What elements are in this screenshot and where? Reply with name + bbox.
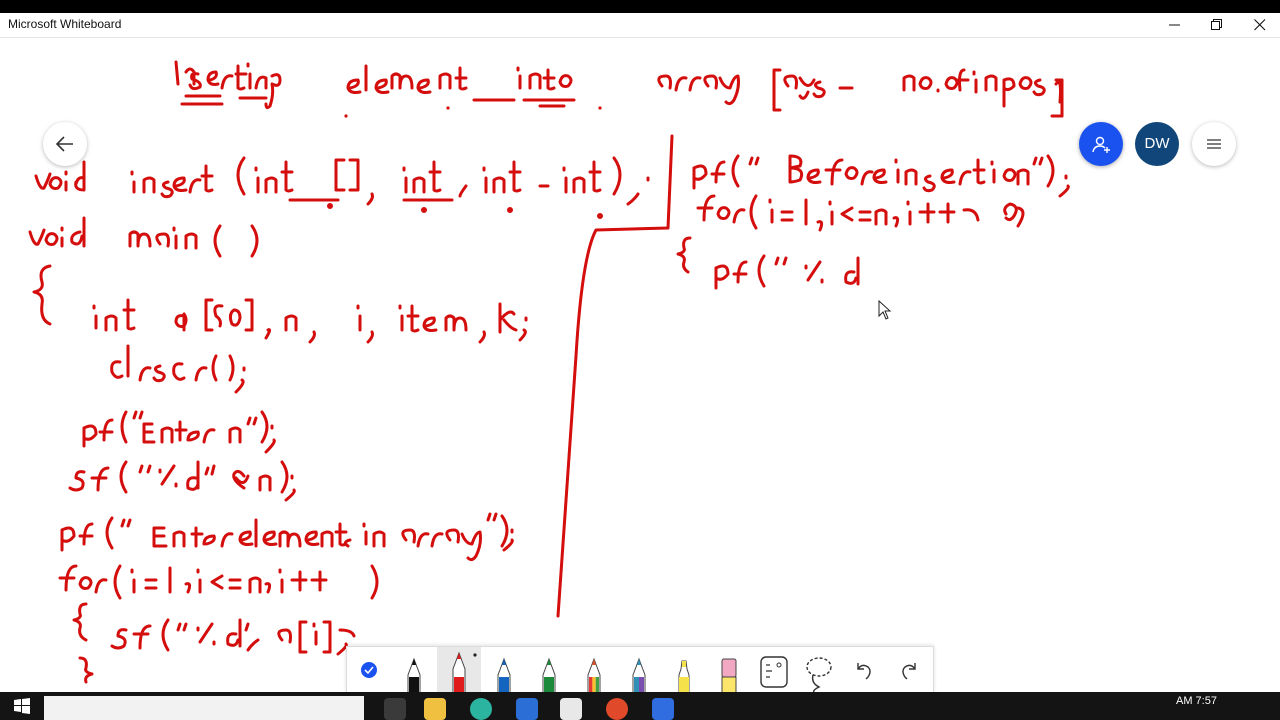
video-letterbox (0, 0, 1280, 13)
file-explorer-icon[interactable] (424, 698, 446, 720)
person-add-icon (1092, 136, 1110, 153)
restore-button[interactable] (1194, 13, 1240, 37)
ink-for-loop-2 (696, 194, 1025, 232)
ink-int (254, 160, 294, 194)
tool-pen-green[interactable] (527, 647, 571, 693)
taskbar-clock[interactable]: AM 7:57 (1176, 695, 1217, 707)
close-icon (1254, 19, 1266, 31)
tool-lasso[interactable] (797, 647, 841, 693)
ink-void-main (28, 216, 86, 248)
windows-taskbar: AM 7:57 (0, 692, 1280, 720)
whiteboard-app-icon[interactable] (652, 698, 674, 720)
ink-title (174, 60, 282, 110)
ink-pf-enter-elements (60, 512, 514, 562)
ink-title-bracket (772, 68, 854, 112)
whiteboard-canvas[interactable]: DW (0, 38, 1280, 692)
redo-icon (902, 663, 916, 680)
undo-icon (857, 663, 871, 680)
ink-sf-array (72, 602, 88, 642)
ink-clrscr (110, 344, 246, 394)
store-icon[interactable] (560, 698, 582, 720)
mouse-pointer-icon (878, 300, 892, 320)
edge-browser-icon[interactable] (470, 698, 492, 720)
task-view-icon[interactable] (384, 698, 406, 720)
lasso-icon (806, 657, 832, 693)
app-title: Microsoft Whiteboard (8, 17, 122, 31)
tool-eraser[interactable] (707, 647, 751, 693)
arrow-left-icon (55, 136, 73, 152)
pen-icon (497, 657, 511, 693)
ink-for-loop-1 (58, 564, 379, 600)
tool-select[interactable] (347, 647, 391, 693)
taskbar-search-input[interactable] (44, 696, 364, 720)
pen-icon (452, 651, 477, 693)
minimize-icon (1169, 24, 1180, 26)
ink-divider (556, 134, 674, 618)
tool-pen-blue[interactable] (482, 647, 526, 693)
windows-start-icon[interactable] (14, 698, 30, 714)
checkmark-circle-icon (361, 662, 377, 678)
ink-title-noofinpos (902, 68, 1064, 118)
tool-pen-galaxy[interactable] (617, 647, 661, 693)
tool-ruler[interactable] (752, 647, 796, 693)
mail-icon[interactable] (516, 698, 538, 720)
restore-icon (1211, 19, 1222, 30)
inking-toolbar (346, 646, 934, 693)
close-button[interactable] (1237, 13, 1280, 37)
tool-pen-red[interactable] (437, 647, 481, 693)
ink-title-array (657, 74, 740, 106)
ink-void-insert (34, 160, 86, 192)
ink-title-into (516, 66, 573, 91)
highlighter-icon (678, 660, 690, 693)
invite-button[interactable] (1079, 122, 1123, 166)
eraser-icon (721, 658, 737, 693)
hamburger-menu-icon (1207, 139, 1221, 149)
ink-pf-before-insertion (692, 154, 1070, 198)
chrome-browser-icon[interactable] (606, 698, 628, 720)
window-titlebar: Microsoft Whiteboard (0, 13, 1280, 38)
settings-menu-button[interactable] (1192, 122, 1236, 166)
tool-undo[interactable] (842, 647, 886, 693)
minimize-button[interactable] (1152, 13, 1198, 37)
ink-close-brace (78, 656, 94, 684)
tool-pen-rainbow[interactable] (572, 647, 616, 693)
tool-pen-black[interactable] (392, 647, 436, 693)
ink-declaration (92, 298, 528, 344)
ink-pf-print-loop (676, 236, 692, 274)
ink-title-element (346, 64, 468, 94)
ink-pf-enter-n (82, 410, 276, 454)
tool-highlighter[interactable] (662, 647, 706, 693)
tool-redo[interactable] (887, 647, 931, 693)
pen-icon (542, 657, 556, 693)
user-avatar[interactable]: DW (1135, 122, 1179, 166)
back-button[interactable] (43, 122, 87, 166)
pen-icon (407, 657, 421, 693)
pen-icon (632, 657, 646, 693)
ink-open-brace (32, 264, 52, 326)
pen-icon (587, 657, 601, 693)
ruler-icon (760, 656, 788, 688)
ink-sf-scanf-n (68, 460, 296, 502)
